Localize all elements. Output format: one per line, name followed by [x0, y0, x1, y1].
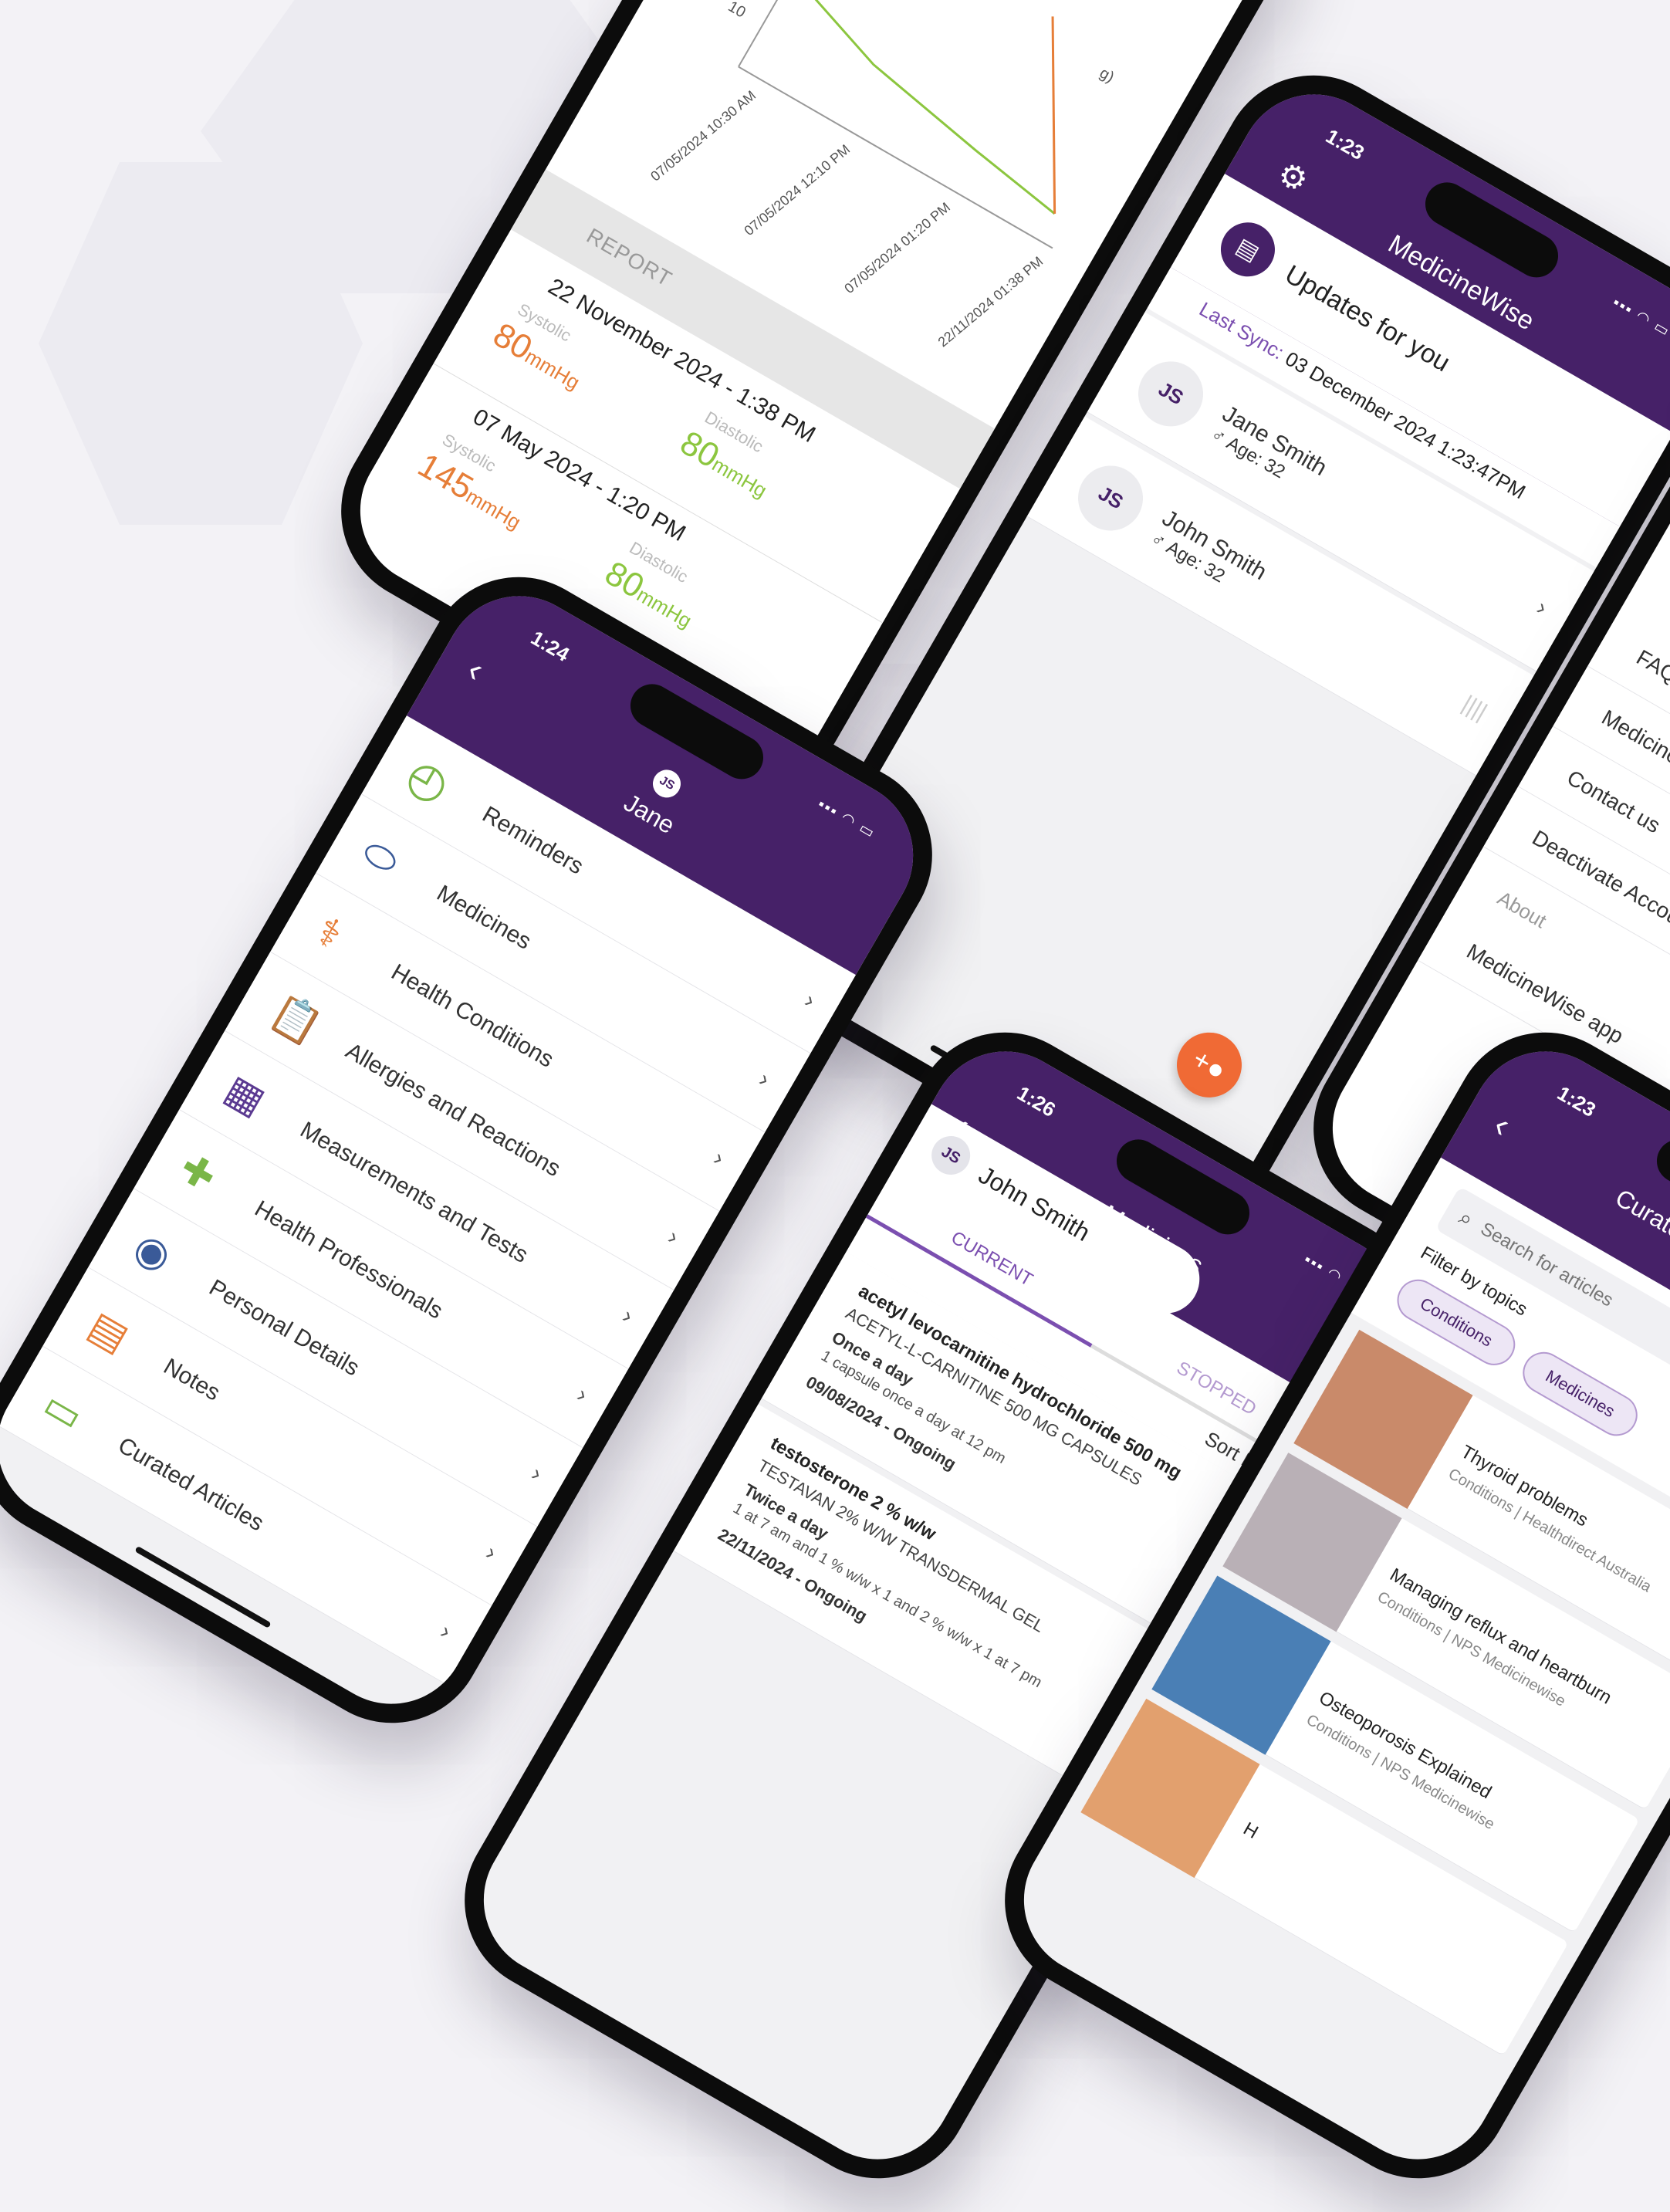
chevron-right-icon: › [664, 1223, 684, 1250]
drag-handle-icon[interactable]: |||| [1458, 691, 1491, 725]
status-time: 1:24 [526, 626, 574, 667]
medical-kit-icon: ✚ [171, 1145, 224, 1201]
systolic-unit: mmHg [521, 344, 584, 394]
article-icon: ▭ [35, 1382, 91, 1439]
search-icon: ⌕ [1455, 1204, 1478, 1232]
chevron-right-icon: › [1532, 594, 1552, 621]
avatar: JS [1066, 453, 1155, 543]
chevron-right-icon: › [618, 1302, 638, 1329]
menu-item-label: Notes [159, 1353, 225, 1406]
status-time: 1:23 [1553, 1081, 1601, 1122]
chevron-right-icon: › [573, 1381, 593, 1408]
avatar: JS [924, 1128, 978, 1182]
about-label: About [1493, 886, 1551, 933]
chart-ruler-icon: ▦ [217, 1066, 273, 1125]
profile-info: Jane Smith ♂ Age: 32 [1207, 401, 1331, 500]
systolic-unit: mmHg [461, 484, 526, 534]
status-icons: ▪▪▪ ◠ ▭ [814, 795, 879, 843]
chevron-right-icon: › [800, 987, 820, 1013]
menu-item-label: Medicines [432, 880, 536, 955]
add-person-icon[interactable]: +● [1165, 1020, 1254, 1110]
profile-info: John Smith ♂ Age: 32 [1147, 505, 1271, 604]
clock-icon: ◴ [397, 747, 459, 813]
diastolic-unit: mmHg [633, 583, 696, 633]
notes-icon: ▤ [80, 1302, 137, 1361]
article-info: H [1236, 1818, 1263, 1849]
settings-item-label: FAQs [1632, 644, 1670, 693]
clipboard-pulse-icon: 📋 [262, 987, 329, 1052]
status-time: 1:26 [1012, 1081, 1060, 1122]
chevron-right-icon: › [527, 1460, 547, 1487]
status-icons: ▪▪▪ ◠ ▭ [1609, 293, 1670, 341]
back-arrow-icon[interactable]: ‹ [461, 649, 491, 690]
pill-icon: ⬭ [354, 829, 407, 885]
avatar: JS [1126, 349, 1215, 438]
person-circle-icon: ◉ [126, 1223, 180, 1280]
systolic-series-line [1051, 16, 1056, 214]
menu-item-label: Reminders [478, 801, 588, 880]
article-meta [1236, 1842, 1248, 1849]
chevron-right-icon: › [482, 1539, 502, 1565]
header-avatar: JS [647, 764, 686, 803]
status-time: 1:23 [1321, 124, 1369, 165]
report-label: REPORT [582, 223, 677, 292]
document-icon: ▤ [1211, 212, 1285, 287]
diastolic-unit: mmHg [708, 452, 772, 502]
article-title: H [1239, 1818, 1263, 1843]
chevron-right-icon: › [755, 1066, 775, 1092]
chevron-right-icon: › [709, 1145, 729, 1171]
stethoscope-icon: ⚕ [308, 908, 350, 959]
chevron-right-icon: › [436, 1618, 456, 1645]
